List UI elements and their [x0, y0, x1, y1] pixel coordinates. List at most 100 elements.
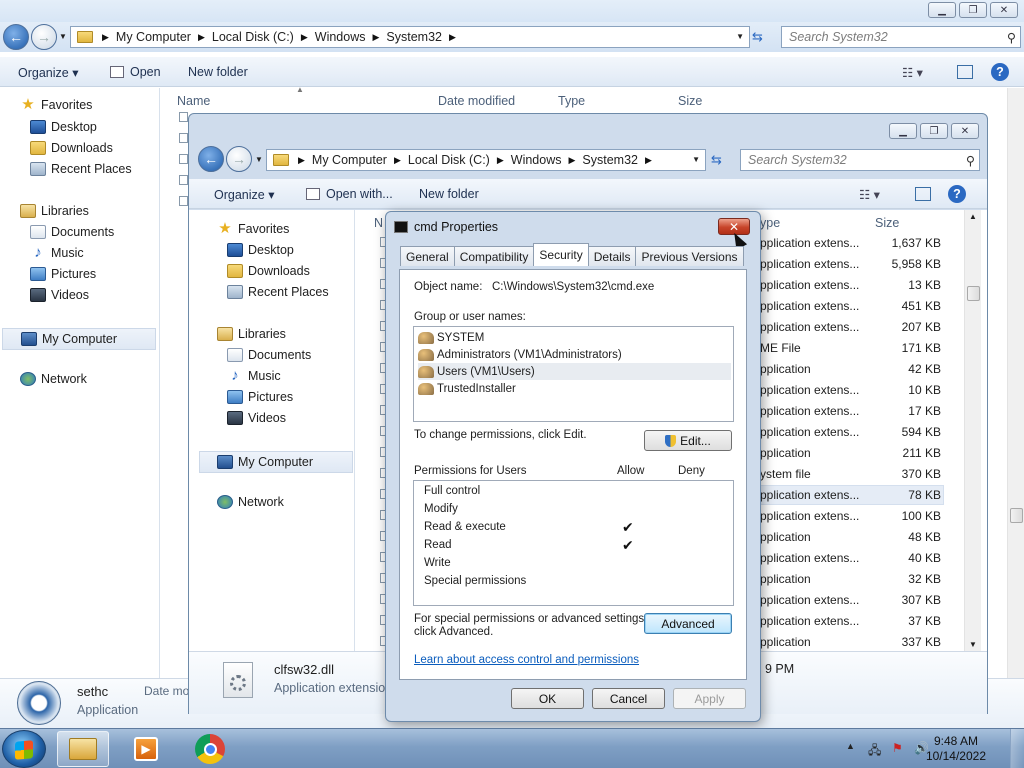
- file-size-cell[interactable]: 37 KB: [881, 614, 941, 628]
- network-tray-icon[interactable]: 🖧: [868, 741, 881, 762]
- file-type-cell[interactable]: pplication extens...: [760, 488, 859, 502]
- file-size-cell[interactable]: 211 KB: [881, 446, 941, 460]
- file-type-cell[interactable]: pplication: [760, 362, 811, 376]
- cancel-button[interactable]: Cancel: [592, 688, 665, 709]
- bg-forward-button[interactable]: →: [31, 24, 57, 50]
- tab-compatibility[interactable]: Compatibility: [453, 246, 535, 266]
- front-back-button[interactable]: ←: [198, 146, 224, 172]
- show-desktop-button[interactable]: [1010, 729, 1024, 768]
- file-type-cell[interactable]: ME File: [760, 341, 801, 355]
- taskbar-explorer[interactable]: [57, 731, 109, 767]
- bg-nav-recent[interactable]: Recent Places: [30, 162, 132, 176]
- front-history-dropdown-icon[interactable]: ▼: [255, 155, 263, 164]
- bg-new-folder-button[interactable]: New folder: [188, 65, 248, 79]
- file-type-cell[interactable]: pplication: [760, 572, 811, 586]
- file-size-cell[interactable]: 17 KB: [881, 404, 941, 418]
- file-type-cell[interactable]: pplication extens...: [760, 320, 859, 334]
- front-organize-button[interactable]: Organize ▾: [214, 187, 274, 202]
- bg-nav-libraries[interactable]: Libraries: [20, 204, 89, 218]
- front-nav-documents[interactable]: Documents: [227, 348, 311, 362]
- bg-crumb-windows[interactable]: Windows: [315, 30, 366, 44]
- front-open-with-button[interactable]: Open with...: [306, 187, 393, 201]
- user-item-trustedinstaller[interactable]: TrustedInstaller: [418, 380, 731, 397]
- front-crumb-system32[interactable]: System32: [582, 153, 638, 167]
- edit-button[interactable]: Edit...: [644, 430, 732, 451]
- front-nav-music[interactable]: ♪ Music: [227, 368, 280, 383]
- bg-history-dropdown-icon[interactable]: ▼: [59, 32, 67, 41]
- file-type-cell[interactable]: pplication extens...: [760, 425, 859, 439]
- file-size-cell[interactable]: 32 KB: [881, 572, 941, 586]
- file-size-cell[interactable]: 1,637 KB: [881, 236, 941, 250]
- front-forward-button[interactable]: →: [226, 146, 252, 172]
- view-options-icon[interactable]: ☷ ▾: [902, 65, 923, 80]
- front-maximize-button[interactable]: ❐: [920, 123, 948, 139]
- front-nav-downloads[interactable]: Downloads: [227, 264, 310, 278]
- front-crumb-windows[interactable]: Windows: [511, 153, 562, 167]
- action-center-icon[interactable]: ⚑: [892, 741, 903, 755]
- bg-address-bar[interactable]: ▶ My Computer ▶ Local Disk (C:) ▶ Window…: [70, 26, 750, 48]
- file-type-cell[interactable]: pplication extens...: [760, 509, 859, 523]
- bg-col-date[interactable]: Date modified: [438, 94, 515, 108]
- file-size-cell[interactable]: 48 KB: [881, 530, 941, 544]
- front-new-folder-button[interactable]: New folder: [419, 187, 479, 201]
- front-address-bar[interactable]: ▶ My Computer ▶ Local Disk (C:) ▶ Window…: [266, 149, 706, 171]
- file-size-cell[interactable]: 100 KB: [881, 509, 941, 523]
- tab-security[interactable]: Security: [533, 243, 589, 266]
- front-nav-computer[interactable]: My Computer: [199, 451, 353, 473]
- learn-access-control-link[interactable]: Learn about access control and permissio…: [414, 654, 639, 666]
- bg-nav-pictures[interactable]: Pictures: [30, 267, 96, 281]
- file-type-cell[interactable]: ystem file: [760, 467, 811, 481]
- front-crumb-computer[interactable]: My Computer: [312, 153, 387, 167]
- front-nav-desktop[interactable]: Desktop: [227, 243, 294, 257]
- bg-col-size[interactable]: Size: [678, 94, 702, 108]
- help-icon[interactable]: ?: [991, 63, 1009, 81]
- front-nav-libraries[interactable]: Libraries: [217, 327, 286, 341]
- file-size-cell[interactable]: 594 KB: [881, 425, 941, 439]
- user-item-users[interactable]: Users (VM1\Users): [418, 363, 731, 380]
- front-vertical-scrollbar[interactable]: ▲ ▼: [964, 210, 981, 651]
- file-size-cell[interactable]: 40 KB: [881, 551, 941, 565]
- front-col-size[interactable]: Size: [875, 216, 899, 230]
- front-close-button[interactable]: ✕: [951, 123, 979, 139]
- advanced-button[interactable]: Advanced: [644, 613, 732, 634]
- file-type-cell[interactable]: pplication extens...: [760, 593, 859, 607]
- front-col-type[interactable]: ype: [760, 216, 780, 230]
- bg-search-input[interactable]: Search System32 ⚲: [781, 26, 1021, 48]
- file-size-cell[interactable]: 451 KB: [881, 299, 941, 313]
- preview-pane-icon[interactable]: [915, 187, 931, 201]
- front-nav-pictures[interactable]: Pictures: [227, 390, 293, 404]
- bg-nav-desktop[interactable]: Desktop: [30, 120, 97, 134]
- file-size-cell[interactable]: 171 KB: [881, 341, 941, 355]
- bg-maximize-button[interactable]: ❐: [959, 2, 987, 18]
- front-search-input[interactable]: Search System32 ⚲: [740, 149, 980, 171]
- bg-nav-favorites[interactable]: ★ Favorites: [20, 97, 92, 112]
- bg-vertical-scrollbar[interactable]: [1007, 88, 1024, 678]
- scroll-up-icon[interactable]: ▲: [969, 212, 977, 221]
- bg-minimize-button[interactable]: ▁: [928, 2, 956, 18]
- taskbar-chrome[interactable]: [184, 731, 236, 767]
- file-size-cell[interactable]: 10 KB: [881, 383, 941, 397]
- bg-nav-computer[interactable]: My Computer: [2, 328, 156, 350]
- front-col-name[interactable]: N: [374, 216, 383, 230]
- file-size-cell[interactable]: 5,958 KB: [881, 257, 941, 271]
- permissions-list[interactable]: Full control Modify Read & execute ✔ Read ✔ Wr…: [413, 480, 734, 606]
- front-nav-network[interactable]: Network: [217, 495, 284, 509]
- file-type-cell[interactable]: pplication: [760, 635, 811, 649]
- help-icon[interactable]: ?: [948, 185, 966, 203]
- taskbar-media-player[interactable]: ▶: [120, 731, 172, 767]
- front-scroll-thumb[interactable]: [967, 286, 980, 301]
- bg-open-button[interactable]: Open: [110, 65, 161, 79]
- file-size-cell[interactable]: 307 KB: [881, 593, 941, 607]
- file-type-cell[interactable]: pplication: [760, 446, 811, 460]
- bg-crumb-system32[interactable]: System32: [386, 30, 442, 44]
- apply-button[interactable]: Apply: [673, 688, 746, 709]
- chevron-down-icon[interactable]: ▼: [692, 155, 700, 164]
- file-type-cell[interactable]: pplication extens...: [760, 236, 859, 250]
- bg-scroll-thumb[interactable]: [1010, 508, 1023, 523]
- bg-close-button[interactable]: ✕: [990, 2, 1018, 18]
- bg-nav-videos[interactable]: Videos: [30, 288, 89, 302]
- chevron-down-icon[interactable]: ▼: [736, 32, 744, 41]
- user-item-administrators[interactable]: Administrators (VM1\Administrators): [418, 346, 731, 363]
- front-nav-recent[interactable]: Recent Places: [227, 285, 329, 299]
- file-size-cell[interactable]: 13 KB: [881, 278, 941, 292]
